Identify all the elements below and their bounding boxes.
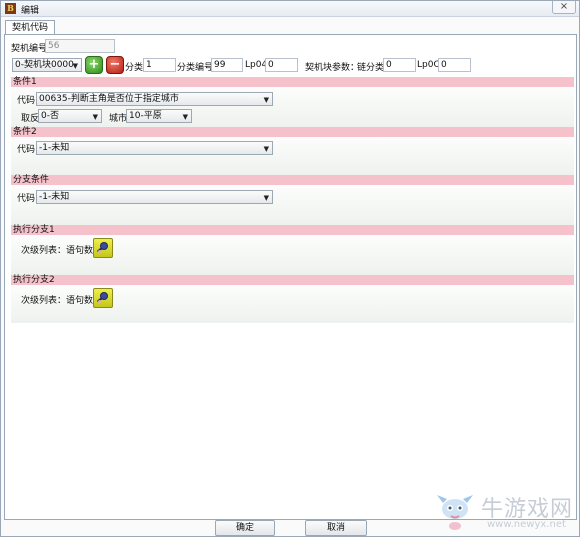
contract-id-label: 契机编号: [11, 44, 48, 54]
branch2-body: 次级列表：语句数0: [11, 285, 574, 323]
ok-button[interactable]: 确定: [215, 520, 275, 536]
minus-icon: −: [109, 57, 121, 72]
chevron-down-icon: ▼: [182, 113, 188, 121]
lp04-field[interactable]: 0: [265, 58, 298, 72]
category-label: 分类: [125, 63, 144, 73]
chevron-down-icon: ▼: [263, 96, 269, 104]
branch2-list-label: 次级列表：语句数0: [21, 296, 99, 306]
block-params-label: 契机块参数：: [305, 63, 360, 73]
chain-category-label: 链分类: [357, 63, 385, 73]
condition1-city-select[interactable]: 10-平原 ▼: [126, 109, 192, 123]
lp0c-field[interactable]: 0: [438, 58, 471, 72]
branch-condition-code-value: -1-未知: [39, 192, 70, 202]
category-no-field[interactable]: 99: [211, 58, 243, 72]
search-icon: [96, 292, 108, 304]
close-button[interactable]: ×: [552, 1, 576, 14]
condition1-city-value: 10-平原: [129, 111, 162, 121]
condition2-code-label: 代码: [17, 145, 36, 155]
branch1-body: 次级列表：语句数1: [11, 235, 574, 275]
condition1-body: 代码 00635-判断主角是否位于指定城市 ▼ 取反 0-否 ▼ 城市 10-平…: [11, 87, 574, 127]
branch1-header: 执行分支1: [11, 225, 574, 235]
branch1-list-label: 次级列表：语句数1: [21, 246, 99, 256]
watermark: 牛游戏网 www.newyx.net: [431, 489, 580, 535]
watermark-url: www.newyx.net: [487, 519, 566, 530]
condition1-negate-value: 0-否: [41, 111, 59, 121]
branch-condition-body: 代码 -1-未知 ▼: [11, 185, 574, 225]
condition1-code-label: 代码: [17, 96, 36, 106]
condition2-code-value: -1-未知: [39, 143, 70, 153]
title-bar: B 编辑 ×: [1, 1, 579, 17]
lp04-label: Lp04: [245, 60, 268, 70]
edit-window: B 编辑 × 契机代码 契机编号 56 0-契机块0000 ▼ + − 分类 1…: [0, 0, 580, 537]
chevron-down-icon: ▼: [263, 194, 269, 202]
branch2-search-button[interactable]: [93, 288, 113, 308]
condition1-negate-label: 取反: [21, 114, 40, 124]
condition1-negate-select[interactable]: 0-否 ▼: [38, 109, 102, 123]
window-title: 编辑: [21, 6, 40, 16]
contract-id-field: 56: [45, 39, 115, 53]
chain-category-field[interactable]: 0: [383, 58, 416, 72]
chevron-down-icon: ▼: [72, 62, 78, 70]
add-block-button[interactable]: +: [85, 56, 103, 74]
condition1-header: 条件1: [11, 77, 574, 87]
branch2-header: 执行分支2: [11, 275, 574, 285]
branch-condition-code-label: 代码: [17, 194, 36, 204]
condition1-code-value: 00635-判断主角是否位于指定城市: [39, 94, 179, 104]
condition1-city-label: 城市: [109, 114, 128, 124]
category-no-label: 分类编号: [177, 63, 214, 73]
condition2-code-select[interactable]: -1-未知 ▼: [36, 141, 273, 155]
chevron-down-icon: ▼: [92, 113, 98, 121]
block-select[interactable]: 0-契机块0000 ▼: [12, 58, 82, 72]
app-icon: B: [5, 3, 16, 14]
branch1-search-button[interactable]: [93, 238, 113, 258]
branch-condition-code-select[interactable]: -1-未知 ▼: [36, 190, 273, 204]
search-icon: [96, 242, 108, 254]
branch-condition-header: 分支条件: [11, 175, 574, 185]
mascot-logo-icon: [437, 495, 473, 530]
condition2-header: 条件2: [11, 127, 574, 137]
tab-contract-code[interactable]: 契机代码: [5, 20, 56, 35]
chevron-down-icon: ▼: [263, 145, 269, 153]
lp0c-label: Lp0C: [417, 60, 440, 70]
block-select-value: 0-契机块0000: [15, 60, 74, 70]
remove-block-button[interactable]: −: [106, 56, 124, 74]
cancel-button[interactable]: 取消: [305, 520, 367, 536]
condition1-code-select[interactable]: 00635-判断主角是否位于指定城市 ▼: [36, 92, 273, 106]
category-field[interactable]: 1: [143, 58, 176, 72]
condition2-body: 代码 -1-未知 ▼: [11, 137, 574, 175]
plus-icon: +: [88, 57, 100, 72]
